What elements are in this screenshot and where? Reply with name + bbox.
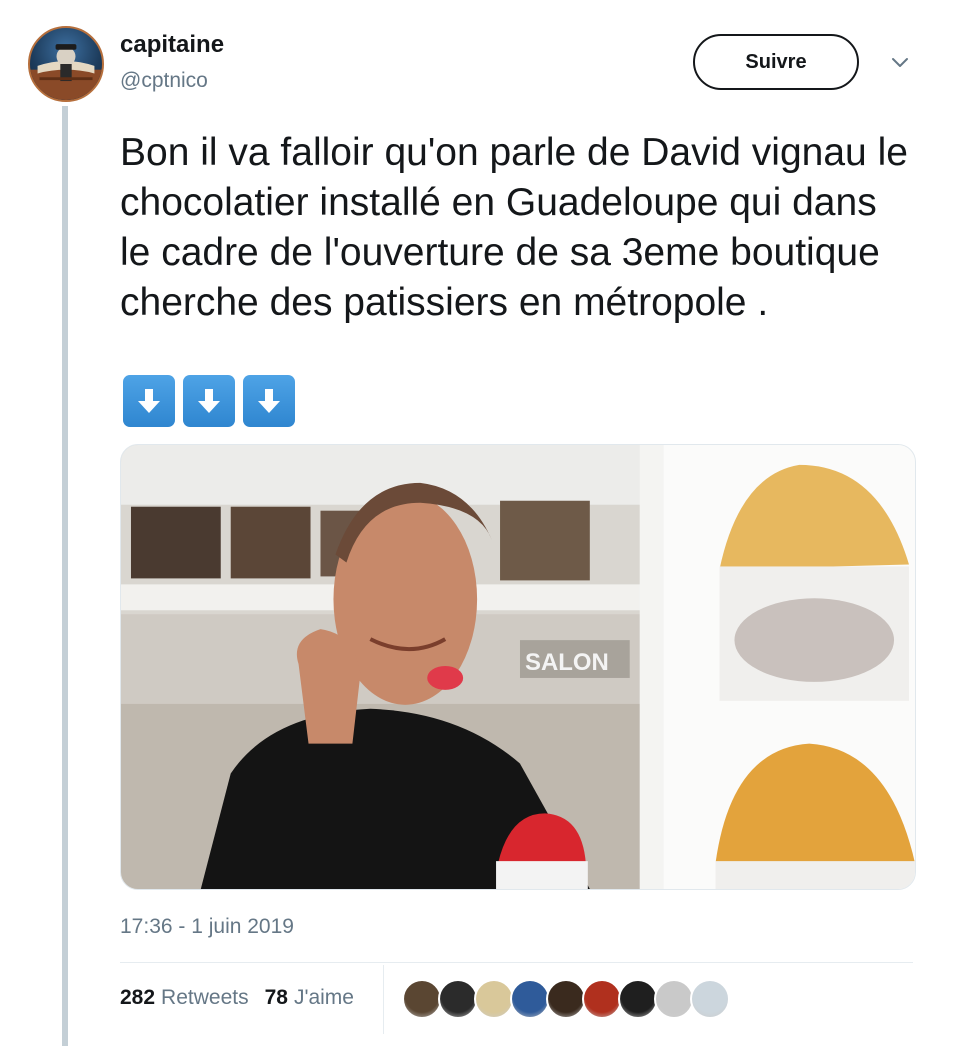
tweet-photo[interactable]: SALON [120, 444, 916, 890]
liker-avatar-7[interactable] [618, 979, 658, 1019]
liker-avatar-2[interactable] [438, 979, 478, 1019]
divider [120, 962, 913, 963]
tweet-text: Bon il va falloir qu'on parle de David v… [120, 131, 908, 324]
liker-avatar-5[interactable] [546, 979, 586, 1019]
follow-button[interactable]: Suivre [693, 34, 859, 90]
stats-separator [383, 965, 384, 1034]
likes-label[interactable]: J'aime [294, 986, 354, 1010]
retweets-count[interactable]: 282 [120, 986, 155, 1010]
chocolatier-photo: SALON [121, 445, 915, 889]
tweet-stats: 282 Retweets 78 J'aime [120, 986, 354, 1010]
liker-avatar-3[interactable] [474, 979, 514, 1019]
liker-avatar-9[interactable] [690, 979, 730, 1019]
salon-sign: SALON [525, 649, 609, 676]
chevron-down-icon[interactable] [888, 50, 912, 74]
tweet-timestamp[interactable]: 17:36 - 1 juin 2019 [120, 915, 294, 939]
liker-avatar-4[interactable] [510, 979, 550, 1019]
author-name[interactable]: capitaine [120, 31, 224, 59]
author-avatar[interactable] [28, 26, 104, 102]
liker-avatar-8[interactable] [654, 979, 694, 1019]
liker-avatar-6[interactable] [582, 979, 622, 1019]
arrow-down-emoji-icon [123, 375, 175, 427]
pirate-avatar-icon [30, 44, 102, 100]
likes-count[interactable]: 78 [265, 986, 288, 1010]
emoji-row [123, 375, 295, 427]
likers-avatars [402, 979, 730, 1019]
retweets-label[interactable]: Retweets [161, 986, 249, 1010]
arrow-down-emoji-icon [183, 375, 235, 427]
arrow-down-emoji-icon [243, 375, 295, 427]
thread-line [62, 106, 68, 1046]
author-handle[interactable]: @cptnico [120, 69, 208, 93]
liker-avatar-1[interactable] [402, 979, 442, 1019]
